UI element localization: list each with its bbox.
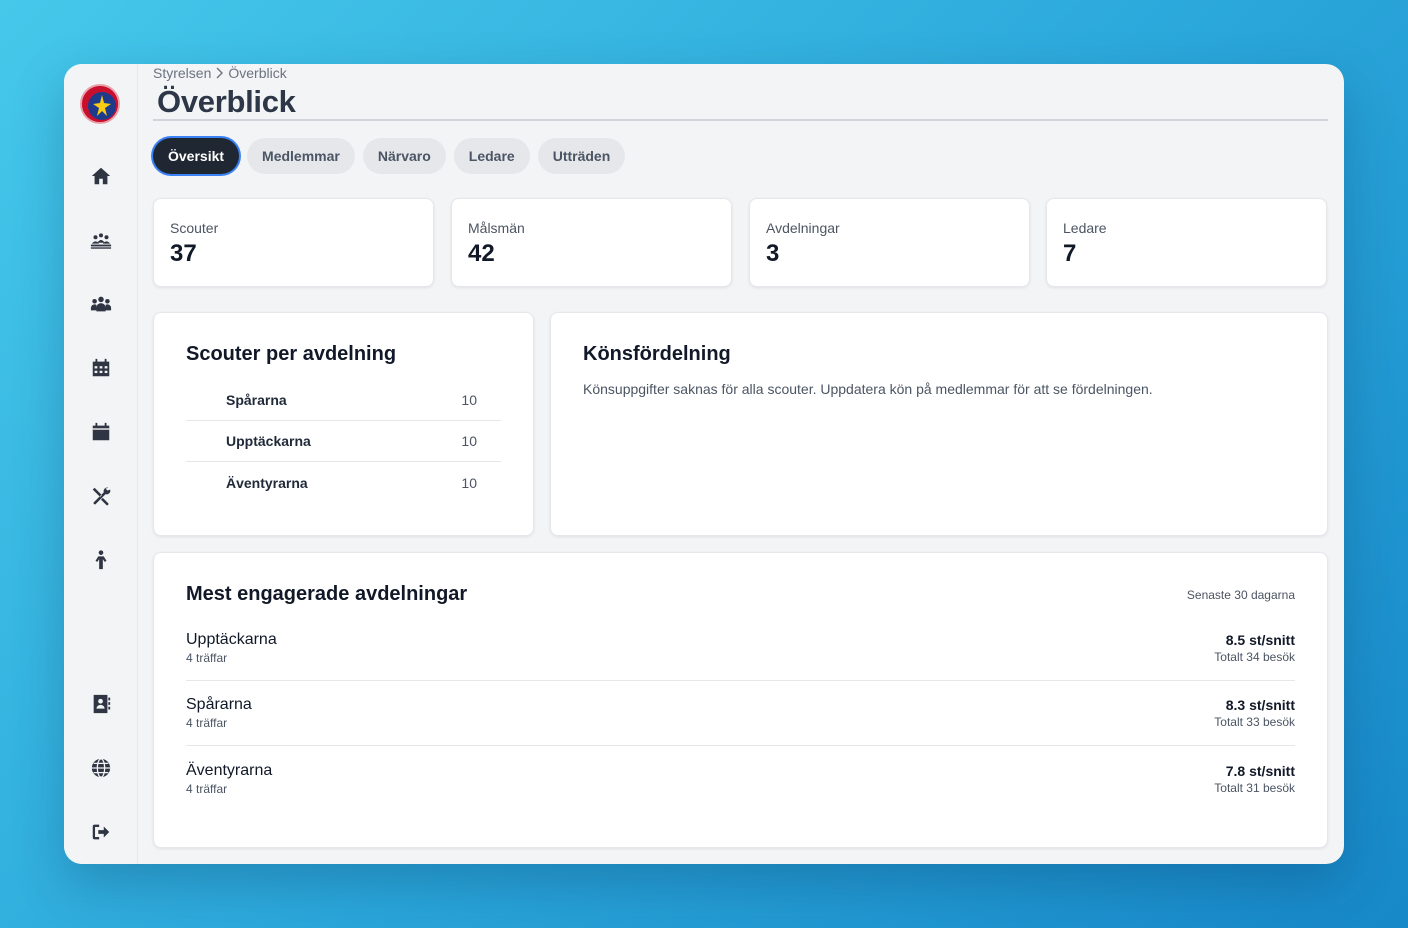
sidebar [64, 64, 138, 864]
nav-contacts[interactable] [86, 689, 116, 719]
stat-label: Scouter [170, 220, 219, 236]
stat-card-avdelningar: Avdelningar 3 [749, 198, 1030, 287]
stat-card-ledare: Ledare 7 [1046, 198, 1327, 287]
breadcrumb-current: Överblick [228, 65, 287, 81]
engagement-average: 8.3 st/snitt [1225, 697, 1295, 713]
child-icon [95, 550, 107, 570]
calendar-grid-icon [92, 358, 110, 377]
engagement-row: Spårarna 4 träffar 8.3 st/snitt Totalt 3… [186, 681, 1295, 746]
engagement-average: 8.5 st/snitt [1225, 632, 1295, 648]
nav-calendar[interactable] [86, 417, 116, 447]
nav-logout[interactable] [86, 817, 116, 847]
unit-list: Spårarna 10 Upptäckarna 10 Äventyrarna 1… [186, 380, 501, 503]
nav-web[interactable] [86, 753, 116, 783]
campfire-group-icon [90, 233, 112, 249]
main-content: Styrelsen Överblick Överblick Översikt M… [153, 64, 1328, 864]
engagement-list: Upptäckarna 4 träffar 8.5 st/snitt Total… [186, 616, 1295, 811]
unit-count: 10 [461, 474, 477, 491]
engagement-period: Senaste 30 dagarna [1186, 587, 1295, 602]
engagement-total: Totalt 33 besök [1214, 715, 1295, 729]
engagement-unit-name: Spårarna [186, 696, 252, 713]
globe-icon [91, 758, 111, 778]
engagement-unit-name: Äventyrarna [186, 761, 273, 779]
nav-tools[interactable] [86, 481, 116, 511]
engagement-total: Totalt 34 besök [1214, 650, 1295, 664]
tools-icon [92, 487, 111, 506]
stat-label: Avdelningar [766, 220, 840, 236]
unit-row: Äventyrarna 10 [186, 462, 501, 503]
stat-label: Målsmän [468, 220, 525, 236]
stat-value: 42 [468, 240, 495, 267]
nav-child[interactable] [86, 545, 116, 575]
home-icon [91, 167, 111, 185]
stat-value: 7 [1063, 240, 1077, 267]
stat-label: Ledare [1063, 220, 1107, 236]
engagement-row: Upptäckarna 4 träffar 8.5 st/snitt Total… [186, 616, 1295, 681]
stat-value: 37 [170, 240, 197, 267]
nav-schedule[interactable] [86, 353, 116, 383]
stat-card-scouter: Scouter 37 [153, 198, 434, 287]
title-divider [153, 119, 1328, 121]
stat-card-malsman: Målsmän 42 [451, 198, 732, 287]
unit-count: 10 [461, 433, 477, 449]
engagement-row: Äventyrarna 4 träffar 7.8 st/snitt Total… [186, 746, 1295, 811]
engagement-header: Mest engagerade avdelningar Senaste 30 d… [186, 583, 1295, 606]
users-icon [90, 296, 112, 312]
engagement-meetings: 4 träffar [186, 716, 228, 730]
tab-uttraden[interactable]: Utträden [537, 138, 626, 174]
stat-value: 3 [766, 240, 780, 267]
tab-narvaro[interactable]: Närvaro [362, 138, 446, 174]
panel-title: Scouter per avdelning [186, 343, 397, 365]
tab-ledare[interactable]: Ledare [453, 138, 530, 174]
engagement-panel: Mest engagerade avdelningar Senaste 30 d… [153, 552, 1328, 848]
scout-logo[interactable] [80, 84, 120, 124]
unit-row: Spårarna 10 [186, 380, 501, 421]
nav-campfire[interactable] [86, 225, 116, 255]
gender-panel: Könsfördelning Könsuppgifter saknas för … [550, 312, 1328, 536]
engagement-average: 7.8 st/snitt [1225, 762, 1295, 779]
scouts-per-unit-panel: Scouter per avdelning Spårarna 10 Upptäc… [153, 312, 534, 536]
unit-name: Upptäckarna [226, 433, 311, 449]
engagement-meetings: 4 träffar [186, 781, 228, 796]
unit-count: 10 [461, 392, 477, 408]
engagement-unit-name: Upptäckarna [186, 631, 277, 648]
gender-empty-message: Könsuppgifter saknas för alla scouter. U… [583, 381, 1153, 397]
page-title: Överblick [157, 84, 296, 119]
nav-home[interactable] [86, 161, 116, 191]
logout-icon [92, 824, 110, 840]
panel-title: Mest engagerade avdelningar [186, 583, 468, 605]
app-window: Styrelsen Överblick Överblick Översikt M… [64, 64, 1344, 864]
tab-medlemmar[interactable]: Medlemmar [247, 138, 355, 174]
tab-oversikt[interactable]: Översikt [153, 138, 240, 174]
unit-row: Upptäckarna 10 [186, 421, 501, 462]
calendar-icon [92, 422, 110, 441]
tab-bar: Översikt Medlemmar Närvaro Ledare Utträd… [153, 138, 626, 174]
unit-name: Äventyrarna [226, 474, 308, 491]
nav-members[interactable] [86, 289, 116, 319]
panel-title: Könsfördelning [583, 343, 731, 365]
breadcrumb: Styrelsen Överblick [153, 65, 287, 81]
chevron-right-icon [216, 67, 224, 79]
unit-name: Spårarna [226, 392, 287, 408]
engagement-meetings: 4 träffar [186, 651, 228, 665]
contact-book-icon [93, 694, 111, 714]
engagement-total: Totalt 31 besök [1214, 780, 1295, 795]
breadcrumb-parent[interactable]: Styrelsen [153, 65, 211, 81]
